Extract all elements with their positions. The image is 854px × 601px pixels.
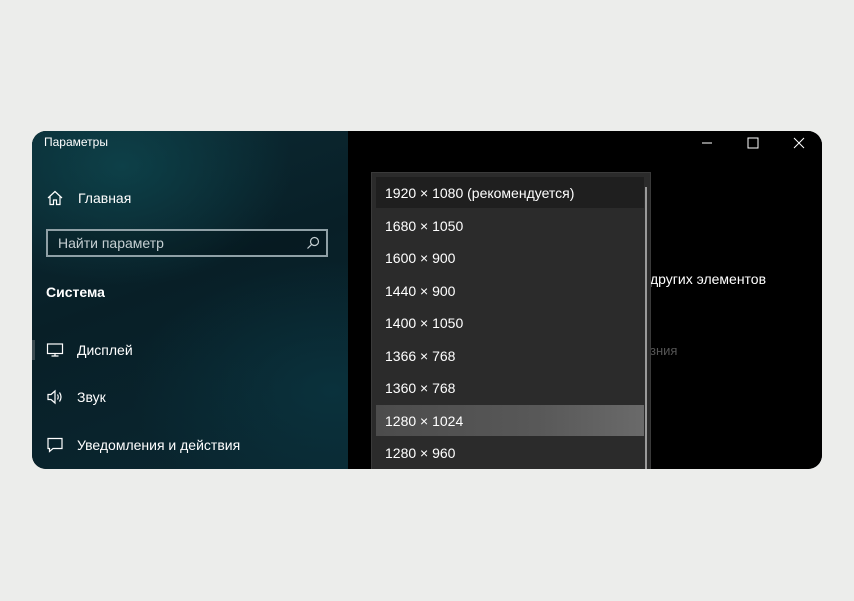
search-box xyxy=(46,229,328,257)
background-text-faded: зния xyxy=(650,343,678,358)
background-text: других элементов xyxy=(650,271,767,287)
sidebar-item-notifications[interactable]: Уведомления и действия xyxy=(46,434,240,456)
resolution-option-hovered[interactable]: 1280 × 1024 xyxy=(376,405,644,436)
speaker-icon xyxy=(46,388,64,406)
resolution-option[interactable]: 1400 × 1050 xyxy=(376,307,644,338)
minimize-button[interactable] xyxy=(684,131,730,155)
content-pane: других элементов зния 1920 × 1080 (реком… xyxy=(348,131,822,469)
sidebar-item-display[interactable]: Дисплей xyxy=(32,339,133,361)
sidebar-item-label: Звук xyxy=(77,389,106,405)
resolution-option[interactable]: 1366 × 768 xyxy=(376,340,644,371)
resolution-dropdown-list[interactable]: 1920 × 1080 (рекомендуется) 1680 × 1050 … xyxy=(372,173,650,469)
notification-icon xyxy=(46,436,64,454)
minimize-icon xyxy=(702,142,712,144)
resolution-option[interactable]: 1440 × 900 xyxy=(376,275,644,306)
sidebar-item-label: Уведомления и действия xyxy=(77,437,241,453)
sidebar: Параметры Главная Система xyxy=(32,131,348,469)
sidebar-item-label: Дисплей xyxy=(77,342,133,358)
dropdown-scrollbar[interactable] xyxy=(645,187,647,469)
nav-home-label: Главная xyxy=(78,190,132,206)
resolution-option[interactable]: 1360 × 768 xyxy=(376,372,644,403)
search-icon[interactable] xyxy=(306,236,320,250)
resolution-option[interactable]: 1680 × 1050 xyxy=(376,210,644,241)
sidebar-item-sound[interactable]: Звук xyxy=(46,386,106,408)
close-icon xyxy=(793,137,805,149)
maximize-icon xyxy=(747,137,759,149)
resolution-option[interactable]: 1600 × 900 xyxy=(376,242,644,273)
home-icon xyxy=(46,189,64,207)
monitor-icon xyxy=(46,341,64,359)
resolution-option-selected[interactable]: 1920 × 1080 (рекомендуется) xyxy=(376,177,644,208)
close-button[interactable] xyxy=(776,131,822,155)
maximize-button[interactable] xyxy=(730,131,776,155)
section-title: Система xyxy=(46,284,105,300)
settings-window: Параметры Главная Система xyxy=(32,131,822,469)
app-title: Параметры xyxy=(44,135,108,149)
nav-home[interactable]: Главная xyxy=(46,187,131,209)
search-input[interactable] xyxy=(48,231,308,255)
resolution-option[interactable]: 1280 × 960 xyxy=(376,437,644,468)
